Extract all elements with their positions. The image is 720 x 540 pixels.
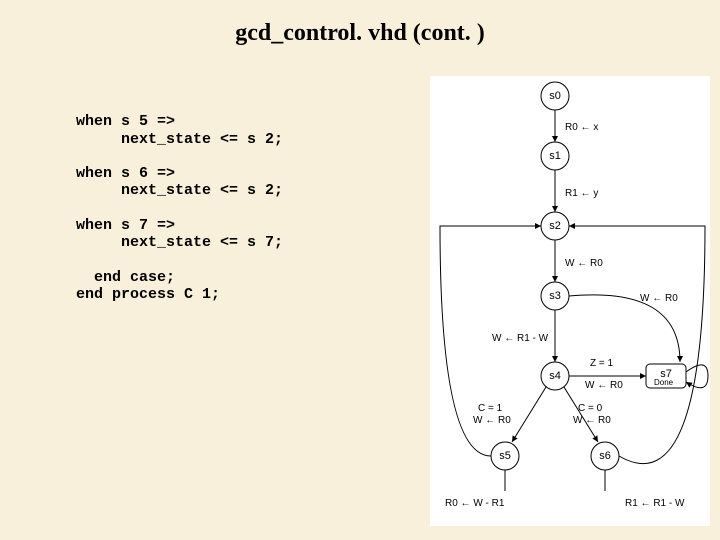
state-s6: s6 [599,450,611,462]
edge-r0wr1: R0 ← W - R1 [445,498,505,509]
edge-r1r1w: R1 ← R1 - W [625,498,685,509]
state-s0: s0 [549,90,561,102]
code-s5: s 5 => [112,113,175,130]
state-s5: s5 [499,450,511,462]
edge-z1: Z = 1 [590,358,614,369]
edge-z1b: W ← R0 [585,380,623,391]
edge-c1: C = 1 [478,403,503,414]
code-s7: s 7 => [112,217,175,234]
state-s3: s3 [549,290,561,302]
code-ns1: next_state <= s 2; [76,131,283,148]
edge-done: Done [654,378,674,387]
code-s6: s 6 => [112,165,175,182]
state-s4: s4 [549,370,561,382]
kw-when-2: when [76,165,112,182]
code-sc1: ; [166,269,175,286]
code-block: when s 5 => next_state <= s 2; when s 6 … [76,96,283,303]
edge-wr0l: W ← R0 [640,293,678,304]
edge-c0: C = 0 [578,403,603,414]
kw-when-1: when [76,113,112,130]
kw-endcase: end case [76,269,166,286]
edge-c1b: W ← R0 [473,415,511,426]
code-c1: C 1; [175,286,220,303]
edge-wr0: W ← R0 [565,258,603,269]
state-s2: s2 [549,220,561,232]
slide-title: gcd_control. vhd (cont. ) [0,0,720,57]
state-s1: s1 [549,150,561,162]
edge-r1y: R1 ← y [565,188,598,199]
edge-r0x: R0 ← x [565,122,598,133]
kw-when-3: when [76,217,112,234]
edge-c0b: W ← R0 [573,415,611,426]
kw-endprocess: end process [76,286,175,303]
code-ns3: next_state <= s 7; [76,234,283,251]
code-ns2: next_state <= s 2; [76,182,283,199]
edge-wr1w: W ← R1 - W [492,333,549,344]
state-diagram: s0 R0 ← x s1 R1 ← y s2 W ← R0 s3 W ← R1 … [430,76,710,526]
